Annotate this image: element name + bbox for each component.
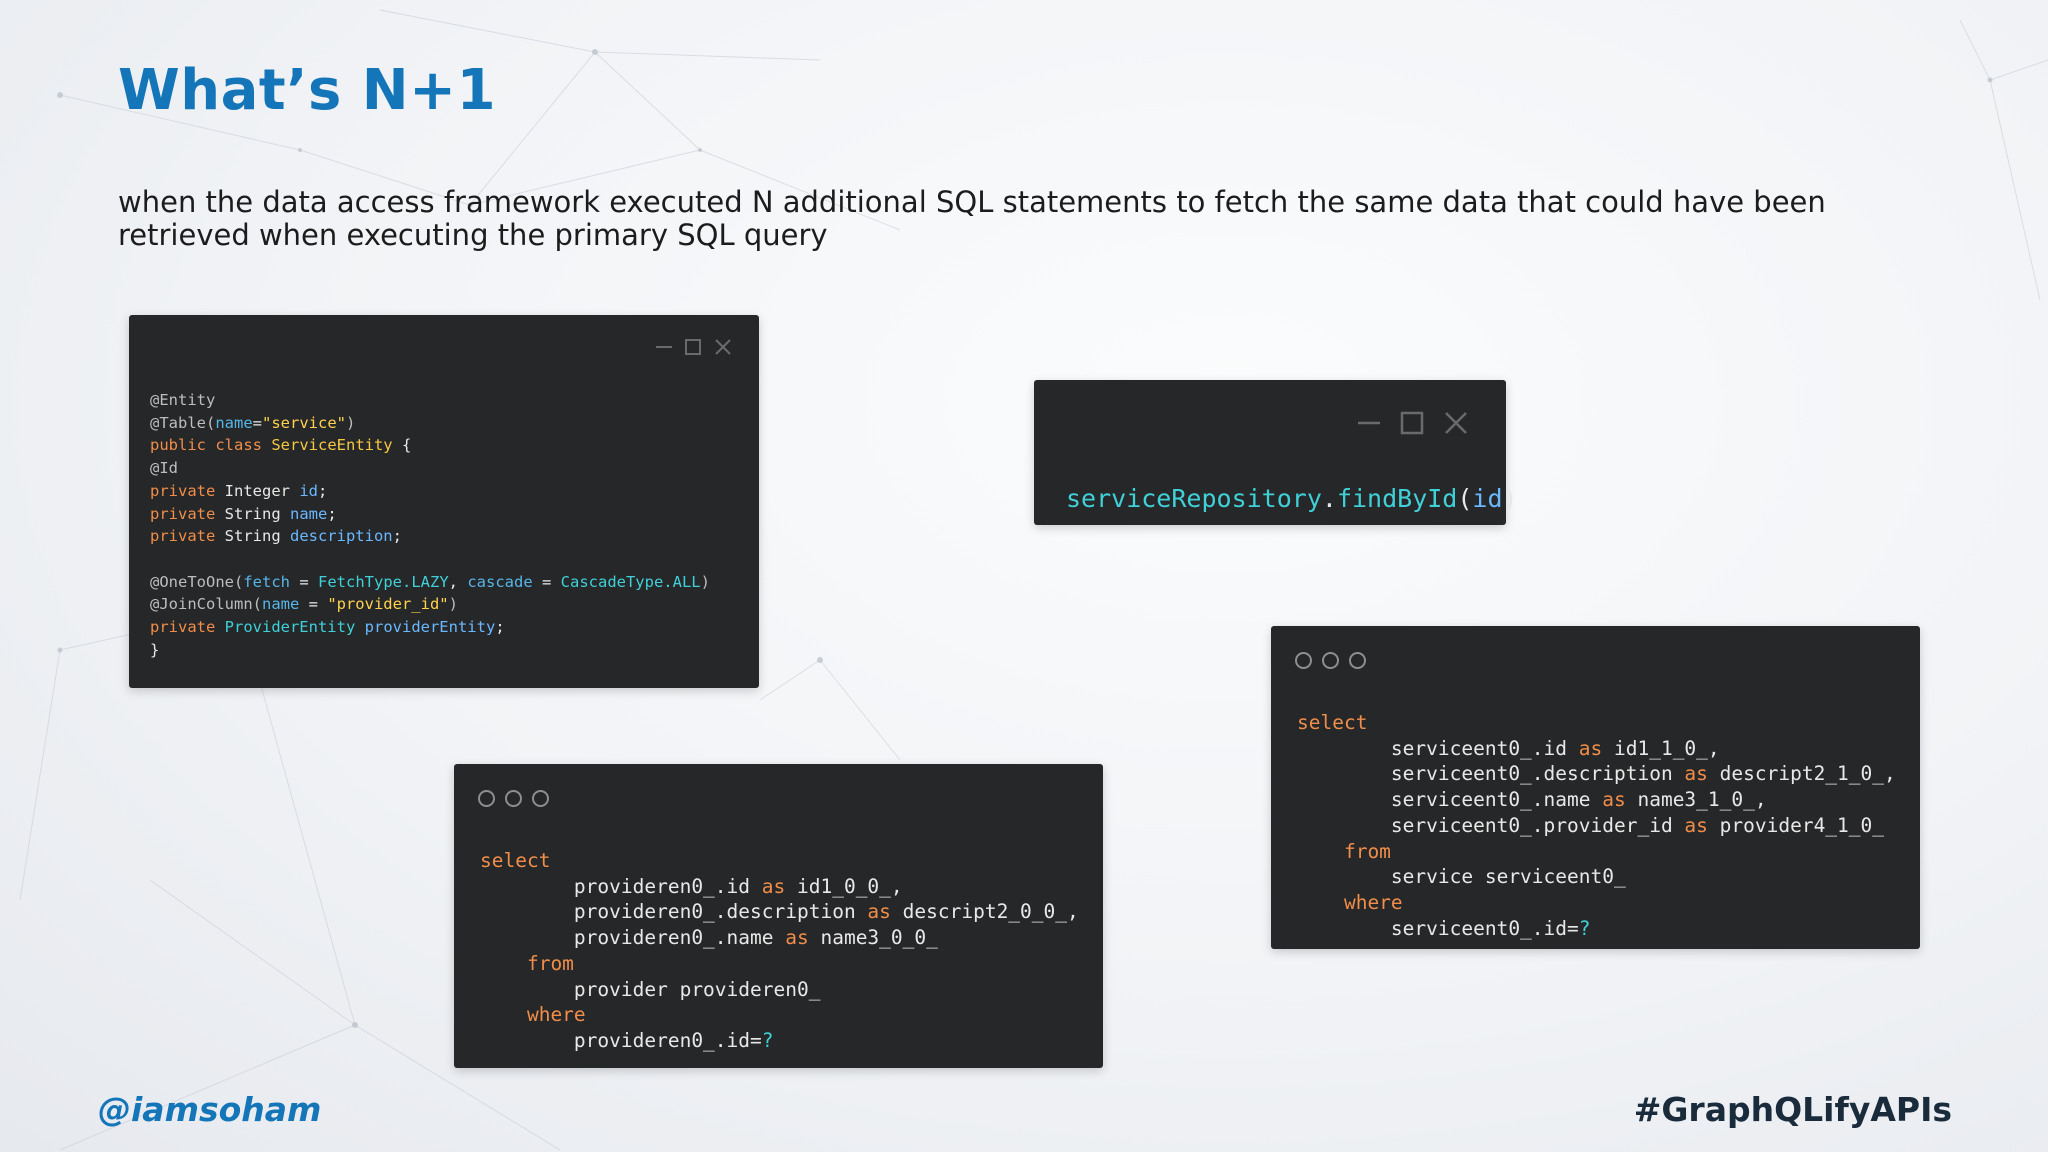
- code-line: private String name;: [150, 504, 337, 523]
- find-by-id-code: serviceRepository.findById(id): [1066, 484, 1518, 513]
- code-line: provider provideren0_: [480, 977, 821, 1001]
- window-traffic-dots: [1295, 652, 1366, 669]
- code-line: from: [1297, 839, 1391, 863]
- slide-description: when the data access framework executed …: [118, 185, 1826, 252]
- close-icon[interactable]: [1445, 412, 1467, 434]
- close-icon[interactable]: [715, 339, 731, 355]
- code-line: @Table(name="service"): [150, 413, 356, 432]
- window-traffic-dots: [478, 790, 549, 807]
- maximize-icon[interactable]: [685, 339, 701, 355]
- code-line: select: [1297, 711, 1368, 734]
- code-line: @Id: [150, 459, 178, 478]
- code-line: from: [480, 951, 574, 975]
- traffic-dot-icon[interactable]: [1295, 652, 1312, 669]
- code-line: @Entity: [150, 391, 216, 409]
- code-line: where: [480, 1003, 586, 1027]
- provider-sql-window: select provideren0_.id as id1_0_0_, prov…: [454, 764, 1103, 1068]
- author-handle: @iamsoham: [98, 1090, 322, 1129]
- code-line: serviceent0_.id as id1_1_0_,: [1297, 736, 1720, 760]
- code-line: serviceent0_.provider_id as provider4_1_…: [1297, 813, 1885, 837]
- window-controls: [654, 337, 734, 357]
- slide-title: What’s N+1: [118, 58, 497, 123]
- maximize-icon[interactable]: [1400, 411, 1424, 435]
- code-line: private ProviderEntity providerEntity;: [150, 618, 505, 637]
- code-line: serviceent0_.id=?: [1297, 916, 1591, 940]
- traffic-dot-icon[interactable]: [478, 790, 495, 807]
- code-line: @JoinColumn(name = "provider_id"): [150, 595, 458, 614]
- code-line: select: [480, 849, 551, 872]
- find-by-id-code-window: serviceRepository.findById(id): [1034, 380, 1518, 525]
- code-line: provideren0_.id as id1_0_0_,: [480, 874, 903, 898]
- code-line: serviceent0_.name as name3_1_0_,: [1297, 788, 1767, 812]
- provider-sql-code: select provideren0_.id as id1_0_0_, prov…: [480, 848, 1079, 1054]
- code-line: provideren0_.description as descript2_0_…: [480, 900, 1079, 924]
- traffic-dot-icon[interactable]: [1322, 652, 1339, 669]
- code-line: service serviceent0_: [1297, 865, 1626, 889]
- code-line: serviceent0_.description as descript2_1_…: [1297, 762, 1896, 786]
- code-line: provideren0_.id=?: [480, 1028, 774, 1052]
- window-controls: [1356, 410, 1486, 436]
- code-line: }: [150, 640, 160, 659]
- code-line: private String description;: [150, 527, 402, 546]
- entity-code-window: @Entity @Table(name="service") public cl…: [129, 315, 759, 688]
- code-line: private Integer id;: [150, 481, 328, 500]
- entity-code: @Entity @Table(name="service") public cl…: [150, 389, 710, 661]
- service-sql-window: select serviceent0_.id as id1_1_0_, serv…: [1271, 626, 1920, 949]
- code-line: public class ServiceEntity {: [150, 436, 412, 455]
- traffic-dot-icon[interactable]: [505, 790, 522, 807]
- code-line: where: [1297, 890, 1403, 914]
- traffic-dot-icon[interactable]: [1349, 652, 1366, 669]
- traffic-dot-icon[interactable]: [532, 790, 549, 807]
- code-line: provideren0_.name as name3_0_0_: [480, 926, 938, 950]
- hashtag-label: #GraphQLifyAPIs: [1633, 1090, 1952, 1129]
- service-sql-code: select serviceent0_.id as id1_1_0_, serv…: [1297, 710, 1896, 941]
- code-line: @OneToOne(fetch = FetchType.LAZY, cascad…: [150, 572, 710, 591]
